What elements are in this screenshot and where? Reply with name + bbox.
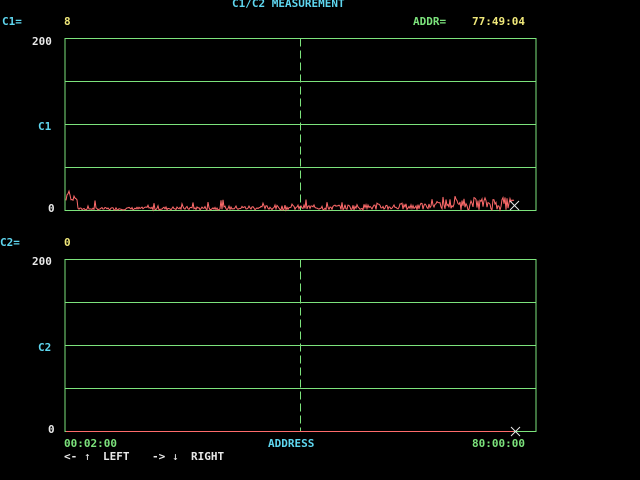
plot1-cursor-icon <box>509 200 520 211</box>
plot1-c1-trace <box>65 189 515 212</box>
plot2 <box>64 259 537 437</box>
plot1 <box>64 38 537 212</box>
plot-canvas <box>64 38 537 437</box>
